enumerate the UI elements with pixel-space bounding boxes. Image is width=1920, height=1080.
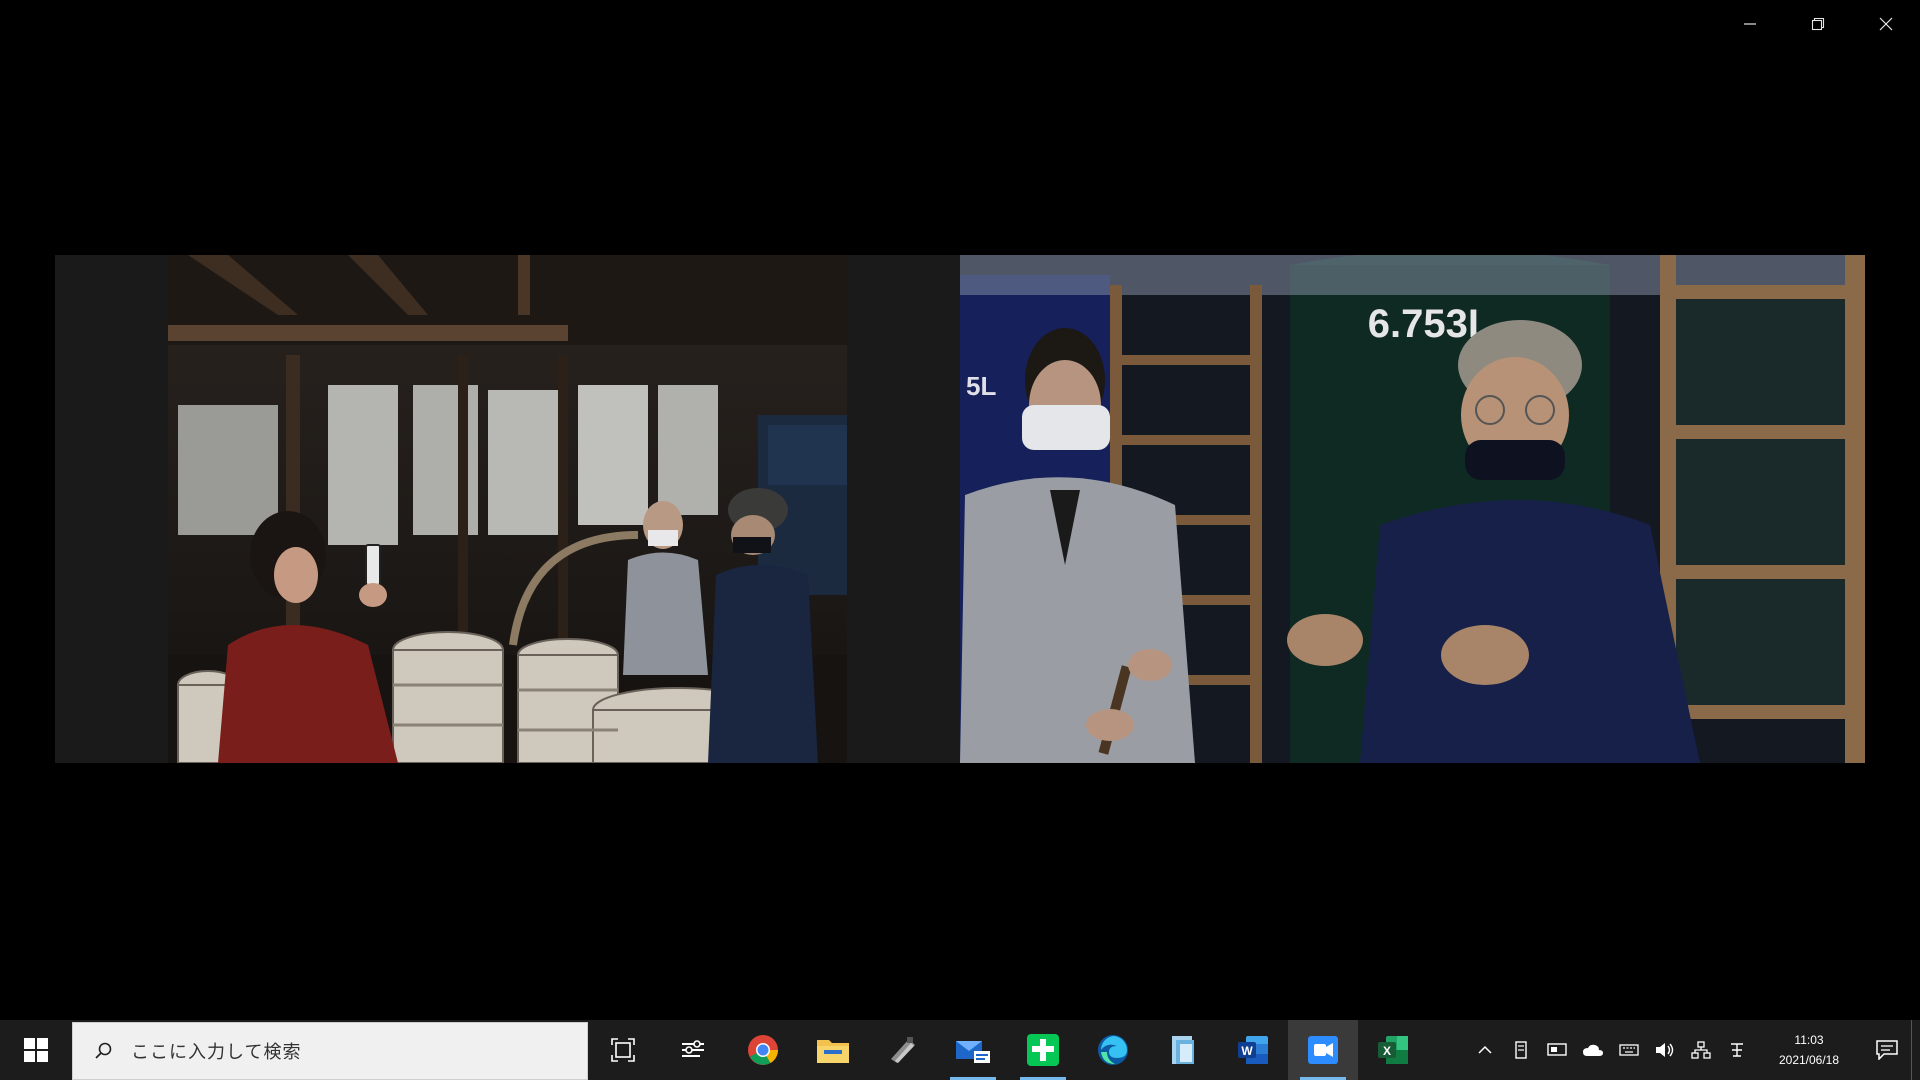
ime-icon [1731,1043,1743,1057]
taskbar-excel[interactable]: X [1358,1020,1428,1080]
video-tile-right[interactable]: 5L 6.753L [847,255,1865,763]
svg-text:X: X [1383,1044,1391,1058]
search-icon [95,1042,112,1059]
taskbar-edge[interactable] [1078,1020,1148,1080]
window-controls [1716,0,1920,48]
app-tray-icon [1515,1041,1527,1059]
network-icon [1691,1041,1711,1059]
show-desktop-button[interactable] [1911,1020,1920,1080]
start-button[interactable] [0,1020,72,1080]
tray-show-hidden[interactable] [1467,1020,1503,1080]
tray-app[interactable] [1503,1020,1539,1080]
folder-icon [817,1040,849,1063]
video-meeting-window: 5L 6.753L [0,0,1920,1020]
tray-ime[interactable] [1719,1020,1755,1080]
taskbar: ここに入力して検索 W X 11:03 2021/06/18 [0,1020,1920,1080]
search-placeholder: ここに入力して検索 [131,1042,302,1062]
document-icon [1172,1036,1194,1064]
clock-date: 2021/06/18 [1778,1053,1840,1067]
video-feed-barrel-cellar [168,255,847,763]
tray-volume[interactable] [1647,1020,1683,1080]
taskbar-app-5[interactable] [868,1020,938,1080]
minimize-button[interactable] [1716,0,1784,48]
taskbar-widgets[interactable] [658,1020,728,1080]
close-icon [1879,17,1893,31]
speaker-icon [1656,1043,1674,1057]
taskbar-word[interactable]: W [1218,1020,1288,1080]
generic-app-icon [891,1037,915,1063]
taskbar-video-meeting[interactable] [1288,1020,1358,1080]
video-tile-left[interactable] [55,255,847,763]
chevron-up-icon [1478,1045,1492,1054]
word-icon: W [1238,1036,1268,1064]
video-feed-sake-tank-room: 5L 6.753L [960,255,1865,763]
taskbar-chrome[interactable] [728,1020,798,1080]
task-view-icon [611,1038,635,1062]
keyboard-icon [1619,1044,1639,1056]
widgets-icon [682,1040,704,1057]
svg-text:W: W [1241,1044,1253,1058]
close-button[interactable] [1852,0,1920,48]
cloud-icon [1583,1044,1603,1056]
chrome-icon [748,1035,778,1065]
restore-button[interactable] [1784,0,1852,48]
excel-icon: X [1378,1036,1408,1064]
line-icon [1027,1034,1059,1066]
svg-text:5L: 5L [966,371,996,401]
taskbar-file-explorer[interactable] [798,1020,868,1080]
edge-icon [1098,1035,1128,1065]
taskbar-task-view[interactable] [588,1020,658,1080]
notification-icon [1876,1040,1898,1060]
tray-keyboard[interactable] [1611,1020,1647,1080]
tray-display[interactable] [1539,1020,1575,1080]
video-meeting-icon [1308,1036,1338,1064]
taskbar-line[interactable] [1008,1020,1078,1080]
restore-icon [1811,17,1825,31]
taskbar-clock[interactable]: 11:03 2021/06/18 [1755,1020,1863,1080]
taskbar-mail[interactable] [938,1020,1008,1080]
clock-time: 11:03 [1794,1033,1824,1047]
taskbar-search-box[interactable]: ここに入力して検索 [72,1022,588,1080]
action-center-button[interactable] [1863,1020,1911,1080]
system-tray: 11:03 2021/06/18 [1467,1020,1920,1080]
tray-onedrive[interactable] [1575,1020,1611,1080]
tray-network[interactable] [1683,1020,1719,1080]
display-icon [1547,1043,1567,1056]
windows-logo-icon [24,1038,48,1062]
mail-icon [956,1041,990,1063]
taskbar-app-9[interactable] [1148,1020,1218,1080]
minimize-icon [1744,23,1756,25]
